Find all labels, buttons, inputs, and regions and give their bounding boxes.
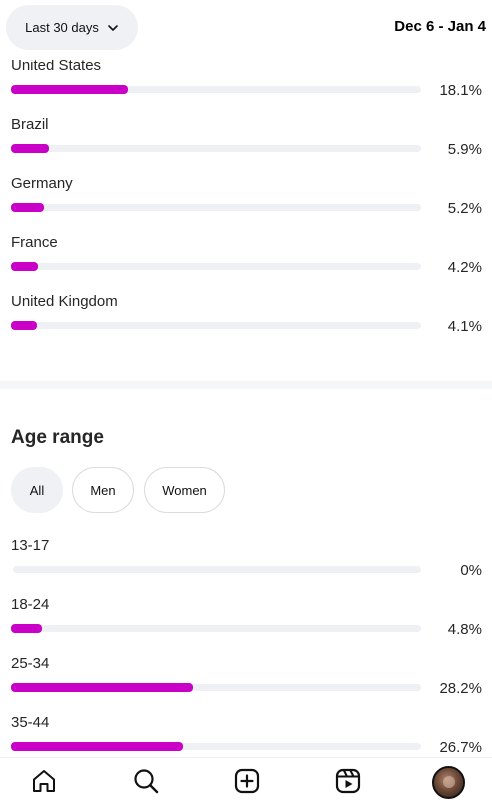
location-percent: 5.2% <box>447 200 482 217</box>
age-label: 18-24 <box>11 596 50 613</box>
profile-avatar[interactable] <box>432 766 465 799</box>
age-percent: 0% <box>460 562 482 579</box>
section-divider <box>0 381 492 389</box>
filter-chip-women[interactable]: Women <box>144 467 225 513</box>
nav-home[interactable] <box>29 766 59 796</box>
location-bar-track <box>11 85 421 94</box>
age-label: 25-34 <box>11 655 50 672</box>
age-bar-fill <box>11 683 193 692</box>
location-label: Germany <box>11 175 73 192</box>
location-label: Brazil <box>11 116 49 133</box>
create-icon <box>234 768 260 794</box>
age-label: 13-17 <box>11 537 50 554</box>
age-label: 35-44 <box>11 714 50 731</box>
location-bar-fill <box>11 262 39 271</box>
age-bar-fill <box>11 624 42 633</box>
search-icon <box>134 769 159 794</box>
location-bar-track <box>11 262 421 271</box>
location-percent: 5.9% <box>447 141 482 158</box>
filter-chip-all[interactable]: All <box>11 467 63 513</box>
nav-create[interactable] <box>232 766 262 796</box>
location-bar-track <box>11 203 421 212</box>
location-bar-track <box>11 144 421 153</box>
top-bar: Last 30 days Dec 6 - Jan 4 <box>0 0 492 60</box>
reels-icon <box>335 768 361 794</box>
chevron-down-icon <box>108 24 118 31</box>
filter-chip-men[interactable]: Men <box>72 467 134 513</box>
age-bar-track <box>11 683 421 692</box>
location-bar-fill <box>11 203 45 212</box>
date-range-dropdown-label: Last 30 days <box>25 20 99 35</box>
location-label: United Kingdom <box>11 293 118 310</box>
home-icon <box>33 770 55 792</box>
location-bar-fill <box>11 144 49 153</box>
nav-search[interactable] <box>131 766 161 796</box>
age-range-title: Age range <box>11 427 104 448</box>
location-percent: 4.1% <box>447 318 482 335</box>
location-bar-fill <box>11 85 128 94</box>
location-label: France <box>11 234 58 251</box>
location-percent: 4.2% <box>447 259 482 276</box>
location-percent: 18.1% <box>439 82 482 99</box>
age-bar-track <box>13 566 421 573</box>
date-range-text: Dec 6 - Jan 4 <box>394 18 486 35</box>
age-percent: 4.8% <box>447 621 482 638</box>
age-percent: 26.7% <box>439 739 482 756</box>
age-bar-track <box>11 742 421 751</box>
date-range-dropdown[interactable]: Last 30 days <box>6 5 138 50</box>
bottom-navigation <box>0 757 492 800</box>
location-bar-track <box>11 321 421 330</box>
age-bar-track <box>11 624 421 633</box>
location-bar-fill <box>11 321 38 330</box>
nav-reels[interactable] <box>333 766 363 796</box>
age-percent: 28.2% <box>439 680 482 697</box>
age-bar-fill <box>11 742 183 751</box>
